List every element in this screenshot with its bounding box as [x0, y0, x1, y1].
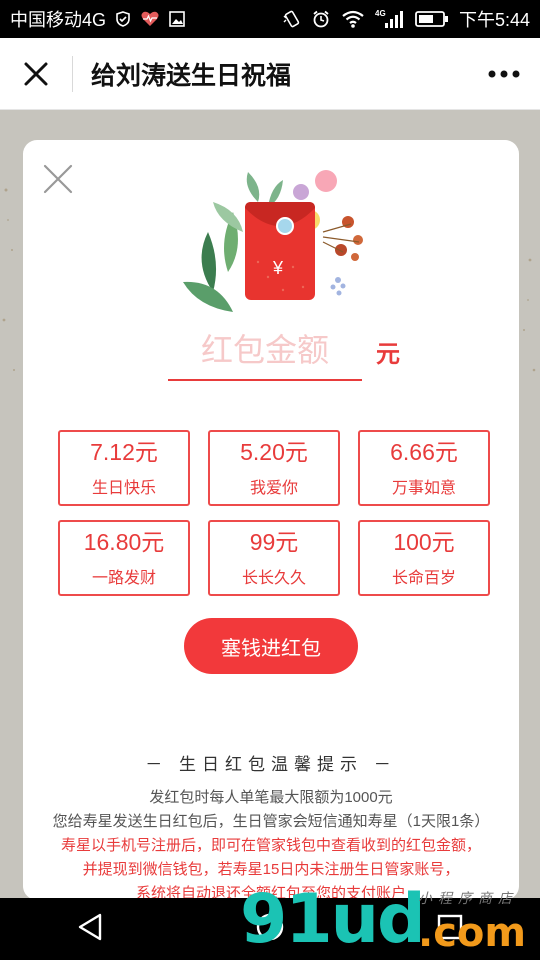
option-wish: 生日快乐	[91, 480, 156, 497]
tips-text: 发红包时每人单笔最大限额为1000元 您给寿星发送生日红包后，生日管家会短信通知…	[23, 786, 519, 900]
carrier-label: 中国移动4G	[10, 10, 107, 30]
amount-option[interactable]: 99元 长长久久	[208, 520, 340, 596]
tips-title: － 生日红包温馨提示 －	[145, 755, 397, 774]
option-amount: 16.80元	[83, 529, 165, 555]
shield-icon	[114, 10, 132, 28]
signal-4g-icon: 4G	[375, 8, 405, 30]
amount-option[interactable]: 16.80元 一路发财	[58, 520, 190, 596]
close-icon	[24, 62, 48, 85]
amount-option[interactable]: 7.12元 生日快乐	[58, 430, 190, 506]
home-button[interactable]	[255, 912, 285, 947]
amount-underline	[168, 379, 362, 381]
back-button[interactable]	[76, 912, 104, 947]
tip-line: 发红包时每人单笔最大限额为1000元	[149, 789, 393, 806]
option-wish: 万事如意	[391, 480, 456, 497]
image-icon	[168, 10, 186, 28]
status-bar: 中国移动4G 4G 下午5:44	[0, 0, 540, 38]
back-triangle-icon	[78, 913, 101, 940]
amount-options-grid: 7.12元 生日快乐 5.20元 我爱你 6.66元 万事如意 16.80元 一…	[58, 430, 490, 596]
option-amount: 7.12元	[90, 439, 158, 465]
amount-unit-label: 元	[376, 341, 400, 368]
put-money-in-envelope-button[interactable]: 塞钱进红包	[184, 618, 358, 674]
close-icon	[43, 164, 73, 194]
home-circle-icon	[256, 913, 284, 940]
nav-divider	[72, 55, 73, 92]
option-wish: 我爱你	[249, 480, 298, 497]
amount-input[interactable]	[168, 322, 362, 378]
red-packet-dialog: ¥ 元 7.12元 生日快乐 5.20元 我爱你 6.66元 万事如意 16.8…	[23, 140, 519, 900]
amount-option[interactable]: 5.20元 我爱你	[208, 430, 340, 506]
nav-close-button[interactable]	[0, 38, 72, 110]
tip-line: 您给寿星发送生日红包后，生日管家会短信通知寿星（1天限1条）	[52, 813, 490, 830]
more-menu-button[interactable]	[468, 38, 540, 110]
more-dots-icon	[488, 70, 520, 77]
option-wish: 一路发财	[91, 570, 156, 587]
amount-option[interactable]: 6.66元 万事如意	[358, 430, 490, 506]
yuan-symbol: ¥	[272, 258, 284, 278]
option-wish: 长长久久	[241, 570, 306, 587]
page-title: 给刘涛送生日祝福	[91, 61, 292, 90]
option-amount: 99元	[249, 529, 299, 555]
system-navigation-bar	[0, 898, 540, 960]
red-envelope-illustration: ¥	[173, 162, 373, 332]
nav-bar: 给刘涛送生日祝福	[0, 38, 540, 110]
option-amount: 6.66元	[390, 439, 458, 465]
battery-icon	[415, 10, 449, 28]
alarm-icon	[311, 9, 331, 29]
tip-line: 寿星以手机号注册后，即可在管家钱包中查看收到的红包金额，	[60, 837, 481, 854]
svg-text:4G: 4G	[375, 9, 386, 18]
dialog-close-button[interactable]	[41, 162, 75, 196]
amount-row: 元	[168, 322, 408, 382]
health-heart-icon	[140, 10, 160, 28]
amount-option[interactable]: 100元 长命百岁	[358, 520, 490, 596]
option-wish: 长命百岁	[391, 570, 456, 587]
clock-time: 下午5:44	[458, 10, 530, 30]
recents-square-icon	[438, 914, 463, 939]
vibrate-icon	[281, 9, 301, 29]
tip-line: 并提现到微信钱包，若寿星15日内未注册生日管家账号，	[82, 861, 460, 878]
recents-button[interactable]	[436, 913, 464, 946]
wifi-icon	[341, 9, 365, 29]
option-amount: 5.20元	[240, 439, 308, 465]
option-amount: 100元	[393, 529, 455, 555]
